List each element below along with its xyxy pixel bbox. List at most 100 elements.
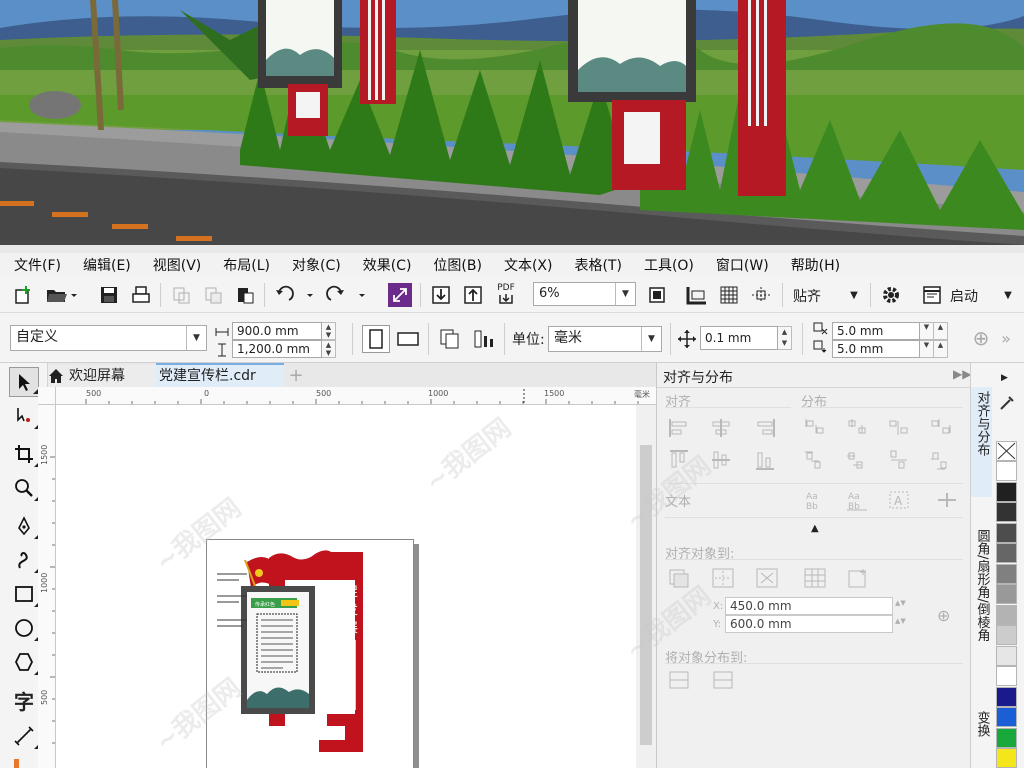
color-swatch[interactable] bbox=[996, 461, 1017, 481]
docker-collapse-icon[interactable]: ▶▶ bbox=[953, 367, 971, 381]
ruler-origin[interactable] bbox=[38, 387, 56, 405]
collapse-arrow-icon[interactable]: ▲ bbox=[811, 523, 819, 534]
shape-tool-icon[interactable] bbox=[9, 401, 39, 431]
page-width-field[interactable]: 900.0 mm bbox=[232, 322, 322, 340]
snap-chevron-down-icon[interactable]: ▼ bbox=[846, 287, 862, 303]
tab-welcome[interactable]: 欢迎屏幕 bbox=[48, 365, 156, 387]
menu-window[interactable]: 窗口(W) bbox=[716, 255, 769, 275]
add-tab-button[interactable]: + bbox=[286, 365, 306, 387]
zoom-level-select[interactable]: 6% ▼ bbox=[533, 282, 636, 306]
align-right-icon[interactable] bbox=[753, 417, 777, 439]
text-tool-icon[interactable]: 字 bbox=[9, 685, 39, 715]
tab-align-distribute[interactable]: 对齐与分布 bbox=[971, 387, 993, 497]
active-objects-icon[interactable] bbox=[667, 567, 691, 589]
distribute-bottom-icon[interactable] bbox=[929, 449, 953, 471]
redo-icon[interactable] bbox=[324, 283, 370, 307]
menu-layout[interactable]: 布局(L) bbox=[223, 255, 270, 275]
color-swatch[interactable] bbox=[996, 563, 1017, 584]
color-swatch[interactable] bbox=[996, 481, 1017, 502]
dup-y-stepper-up[interactable]: ▲ bbox=[934, 340, 948, 358]
document-page[interactable]: 传承红色 促 发 展 bbox=[206, 539, 414, 768]
snap-to-label[interactable]: 贴齐 bbox=[793, 286, 821, 306]
color-swatch[interactable] bbox=[996, 502, 1017, 522]
align-point-y-field[interactable]: 600.0 mm bbox=[725, 615, 893, 633]
tab-transform[interactable]: 变换 bbox=[971, 707, 993, 767]
search-content-icon[interactable] bbox=[388, 283, 412, 307]
nudge-stepper[interactable]: ▲ ▼ bbox=[778, 326, 792, 350]
color-swatch[interactable] bbox=[996, 727, 1017, 748]
distribute-spacing-icon[interactable] bbox=[887, 417, 911, 439]
align-center-vertical-icon[interactable] bbox=[709, 449, 733, 471]
dup-y-stepper[interactable]: ▼ bbox=[920, 340, 934, 358]
palette-scroll-up-icon[interactable]: ▶ bbox=[1001, 373, 1008, 383]
height-stepper[interactable]: ▲ ▼ bbox=[322, 340, 336, 358]
align-bottom-icon[interactable] bbox=[753, 449, 777, 471]
artistic-media-tool-icon[interactable] bbox=[9, 545, 39, 575]
polygon-tool-icon[interactable] bbox=[9, 647, 39, 677]
more-chevron-icon[interactable]: » bbox=[996, 327, 1016, 349]
color-swatch[interactable] bbox=[996, 707, 1017, 727]
duplicate-y-field[interactable]: 5.0 mm bbox=[832, 340, 920, 358]
page-size-select[interactable]: 自定义 ▼ bbox=[10, 325, 207, 351]
rulers-icon[interactable] bbox=[684, 283, 710, 307]
last-line-baseline-icon[interactable]: Aa Bb bbox=[845, 489, 869, 512]
launch-label[interactable]: 启动 bbox=[950, 286, 978, 306]
paste-icon[interactable] bbox=[232, 283, 258, 307]
export-icon[interactable] bbox=[460, 283, 486, 307]
width-stepper[interactable]: ▲ ▼ bbox=[322, 322, 336, 340]
full-screen-icon[interactable] bbox=[644, 283, 670, 307]
align-left-icon[interactable] bbox=[667, 417, 691, 439]
x-stepper[interactable]: ▲▼ bbox=[895, 599, 906, 607]
menu-table[interactable]: 表格(T) bbox=[574, 255, 621, 275]
menu-object[interactable]: 对象(C) bbox=[292, 255, 341, 275]
page-height-field[interactable]: 1,200.0 mm bbox=[232, 340, 322, 358]
bulletin-board-design[interactable]: 传承红色 促 发 展 bbox=[207, 540, 415, 768]
save-icon[interactable] bbox=[96, 283, 122, 307]
color-swatch[interactable] bbox=[996, 686, 1017, 707]
units-select[interactable]: 毫米 ▼ bbox=[548, 326, 662, 352]
color-swatch[interactable] bbox=[996, 625, 1017, 645]
distribute-vertical-spacing-icon[interactable] bbox=[887, 449, 911, 471]
import-icon[interactable] bbox=[428, 283, 454, 307]
color-swatch[interactable] bbox=[996, 543, 1017, 563]
pick-point-icon[interactable]: ⊕ bbox=[937, 606, 950, 625]
first-line-baseline-icon[interactable]: Aa Bb bbox=[803, 489, 827, 512]
dup-x-stepper-up[interactable]: ▲ bbox=[934, 322, 948, 340]
outline-text-icon[interactable] bbox=[935, 489, 959, 511]
freehand-tool-icon[interactable] bbox=[9, 511, 39, 541]
color-swatch[interactable] bbox=[996, 645, 1017, 666]
tab-document[interactable]: 党建宣传栏.cdr bbox=[156, 363, 284, 387]
guidelines-icon[interactable] bbox=[748, 283, 774, 307]
menu-bitmaps[interactable]: 位图(B) bbox=[433, 255, 482, 275]
no-color-swatch[interactable] bbox=[996, 441, 1017, 461]
distribute-top-icon[interactable] bbox=[803, 449, 827, 471]
connector-tool-icon[interactable] bbox=[14, 759, 19, 768]
distribute-right-icon[interactable] bbox=[929, 417, 953, 439]
launch-icon[interactable] bbox=[920, 283, 944, 307]
add-preset-icon[interactable]: ⊕ bbox=[970, 326, 992, 350]
page-center-icon[interactable] bbox=[755, 567, 779, 589]
nudge-distance-field[interactable]: 0.1 mm bbox=[700, 326, 778, 350]
page-edge-icon[interactable] bbox=[711, 567, 735, 589]
grid-align-icon[interactable] bbox=[803, 567, 827, 589]
scrollbar-thumb[interactable] bbox=[640, 445, 652, 745]
tab-fillet[interactable]: 圆角/扇形角/倒棱角 bbox=[971, 525, 993, 685]
menu-edit[interactable]: 编辑(E) bbox=[83, 255, 131, 275]
horizontal-ruler[interactable]: 500 0 500 1000 1500 毫米 bbox=[56, 387, 656, 405]
specified-point-icon[interactable] bbox=[847, 567, 871, 589]
color-swatch[interactable] bbox=[996, 666, 1017, 686]
launch-chevron-down-icon[interactable]: ▼ bbox=[1000, 287, 1016, 303]
grid-icon[interactable] bbox=[716, 283, 742, 307]
color-swatch[interactable] bbox=[996, 584, 1017, 604]
rectangle-tool-icon[interactable] bbox=[9, 579, 39, 609]
pick-tool-icon[interactable] bbox=[9, 367, 39, 397]
menu-view[interactable]: 视图(V) bbox=[153, 255, 202, 275]
portrait-icon[interactable] bbox=[362, 325, 390, 353]
parallel-dimension-tool-icon[interactable] bbox=[9, 721, 39, 751]
undo-icon[interactable] bbox=[272, 283, 318, 307]
color-swatch[interactable] bbox=[996, 522, 1017, 543]
current-page-icon[interactable] bbox=[470, 325, 498, 353]
duplicate-x-field[interactable]: 5.0 mm bbox=[832, 322, 920, 340]
open-folder-icon[interactable] bbox=[44, 283, 78, 307]
bounding-box-text-icon[interactable]: A bbox=[887, 489, 911, 511]
